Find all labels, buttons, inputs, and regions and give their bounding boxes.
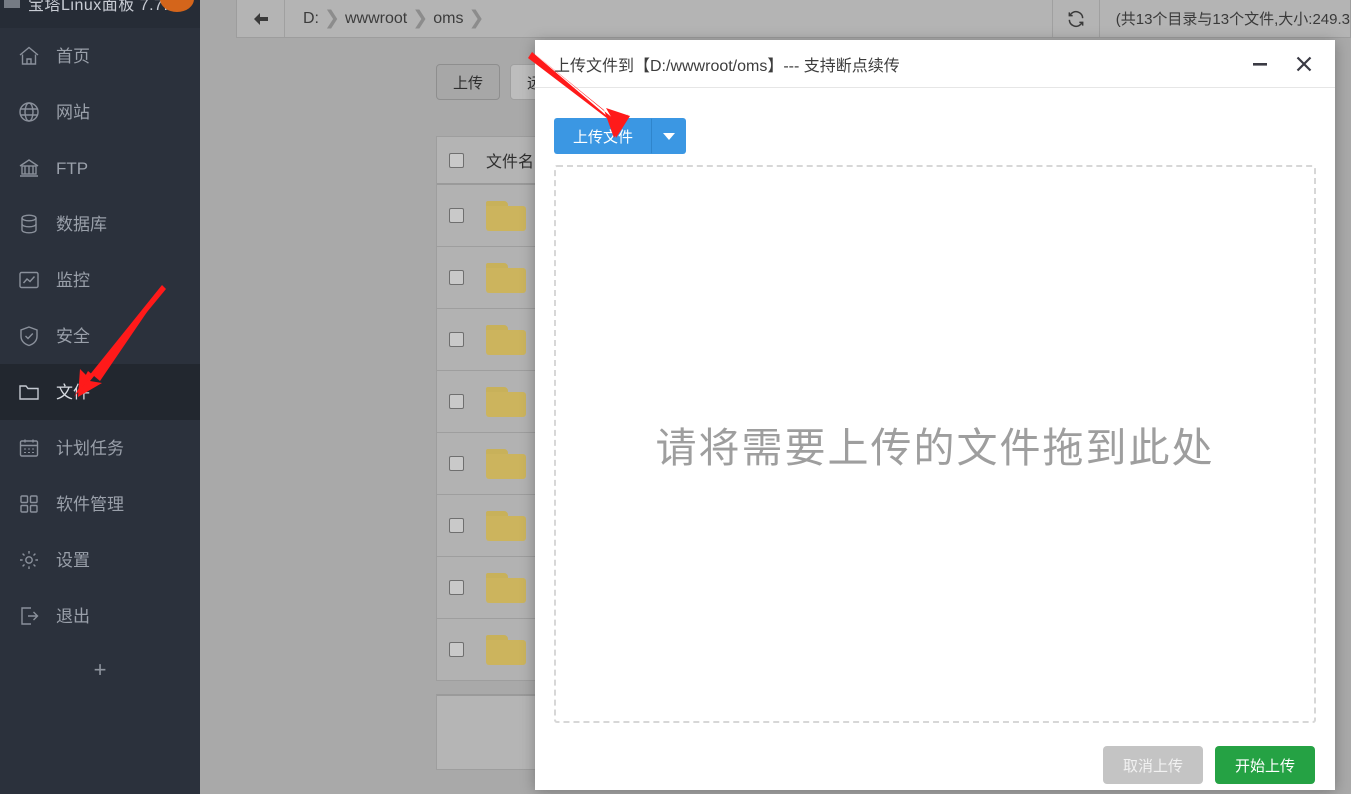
column-header-filename[interactable]: 文件名 [486, 148, 534, 172]
folder-icon [486, 511, 526, 541]
sidebar-item-label: 首页 [56, 48, 90, 65]
globe-icon [14, 99, 44, 125]
sidebar-item-label: 网站 [56, 104, 90, 121]
breadcrumb: D: ❯ wwwroot ❯ oms ❯ [285, 0, 1052, 37]
cancel-upload-button[interactable]: 取消上传 [1103, 746, 1203, 784]
sidebar-item-label: 文件 [56, 384, 90, 401]
breadcrumb-item[interactable]: D: [303, 10, 319, 28]
refresh-button[interactable] [1052, 0, 1100, 37]
ftp-icon [14, 155, 44, 181]
screen-root: 宝塔Linux面板 7.7.0 首页 网站 [0, 0, 1351, 794]
sidebar-item-cron[interactable]: 计划任务 [0, 420, 200, 476]
sidebar-item-database[interactable]: 数据库 [0, 196, 200, 252]
folder-icon [14, 379, 44, 405]
folder-icon [486, 573, 526, 603]
row-checkbox[interactable] [449, 518, 464, 533]
row-checkbox[interactable] [449, 332, 464, 347]
sidebar-item-label: 数据库 [56, 216, 107, 233]
close-button[interactable] [1289, 49, 1319, 79]
row-checkbox[interactable] [449, 456, 464, 471]
dialog-footer: 取消上传 开始上传 [535, 740, 1335, 790]
path-back-button[interactable] [237, 0, 285, 37]
sidebar-item-label: 安全 [56, 328, 90, 345]
logout-icon [14, 603, 44, 629]
sidebar-item-label: FTP [56, 160, 88, 177]
shield-icon [14, 323, 44, 349]
sidebar-item-label: 监控 [56, 272, 90, 289]
upload-file-split-button: 上传文件 [554, 118, 686, 154]
gear-icon [14, 547, 44, 573]
sidebar-item-label: 设置 [56, 552, 90, 569]
row-checkbox[interactable] [449, 208, 464, 223]
monitor-icon [14, 267, 44, 293]
breadcrumb-item[interactable]: wwwroot [345, 10, 407, 28]
folder-icon [486, 387, 526, 417]
breadcrumb-separator-icon: ❯ [463, 7, 489, 30]
breadcrumb-separator-icon: ❯ [407, 7, 433, 30]
sidebar-nav: 首页 网站 FTP [0, 28, 200, 644]
sidebar-item-ftp[interactable]: FTP [0, 140, 200, 196]
sidebar-item-settings[interactable]: 设置 [0, 532, 200, 588]
dialog-header: 上传文件到【D:/wwwroot/oms】--- 支持断点续传 [535, 40, 1335, 88]
close-icon [1294, 54, 1314, 74]
back-arrow-icon [251, 10, 271, 28]
grid-icon [14, 491, 44, 517]
path-toolbar: D: ❯ wwwroot ❯ oms ❯ (共13个目录与13个文件,大小:24… [236, 0, 1351, 38]
select-all-checkbox[interactable] [449, 153, 464, 168]
sidebar-item-home[interactable]: 首页 [0, 28, 200, 84]
folder-icon [486, 449, 526, 479]
folder-icon [486, 325, 526, 355]
folder-icon [486, 263, 526, 293]
sidebar-item-monitor[interactable]: 监控 [0, 252, 200, 308]
sidebar-item-label: 软件管理 [56, 496, 124, 513]
sidebar-add-button[interactable]: + [0, 648, 200, 692]
sidebar-item-label: 退出 [56, 608, 90, 625]
dialog-window-controls [1245, 40, 1319, 88]
panel-logo-icon [4, 0, 20, 8]
breadcrumb-item[interactable]: oms [433, 10, 463, 28]
start-upload-button[interactable]: 开始上传 [1215, 746, 1315, 784]
upload-dialog: 上传文件到【D:/wwwroot/oms】--- 支持断点续传 上传文件 [535, 40, 1335, 790]
sidebar-item-files[interactable]: 文件 [0, 364, 200, 420]
folder-icon [486, 635, 526, 665]
refresh-icon [1066, 9, 1086, 29]
sidebar-item-security[interactable]: 安全 [0, 308, 200, 364]
sidebar-item-label: 计划任务 [56, 440, 124, 457]
directory-summary: (共13个目录与13个文件,大小:249.3 [1100, 0, 1350, 37]
minimize-icon [1251, 55, 1269, 73]
upload-file-button[interactable]: 上传文件 [554, 118, 652, 154]
folder-icon [486, 201, 526, 231]
row-checkbox[interactable] [449, 270, 464, 285]
upload-button[interactable]: 上传 [436, 64, 500, 100]
row-checkbox[interactable] [449, 580, 464, 595]
minimize-button[interactable] [1245, 49, 1275, 79]
sidebar-item-software[interactable]: 软件管理 [0, 476, 200, 532]
row-checkbox[interactable] [449, 394, 464, 409]
calendar-icon [14, 435, 44, 461]
dropzone-hint: 请将需要上传的文件拖到此处 [656, 414, 1215, 474]
brand-title: 宝塔Linux面板 7.7.0 [28, 0, 178, 15]
sidebar-item-website[interactable]: 网站 [0, 84, 200, 140]
upload-options-dropdown[interactable] [652, 118, 686, 154]
home-icon [14, 43, 44, 69]
breadcrumb-separator-icon: ❯ [319, 7, 345, 30]
sidebar-brand: 宝塔Linux面板 7.7.0 [0, 0, 200, 28]
row-checkbox[interactable] [449, 642, 464, 657]
sidebar-item-logout[interactable]: 退出 [0, 588, 200, 644]
file-dropzone[interactable]: 请将需要上传的文件拖到此处 [554, 165, 1316, 723]
sidebar: 宝塔Linux面板 7.7.0 首页 网站 [0, 0, 200, 794]
chevron-down-icon [663, 133, 675, 140]
database-icon [14, 211, 44, 237]
dialog-title: 上传文件到【D:/wwwroot/oms】--- 支持断点续传 [535, 52, 900, 76]
